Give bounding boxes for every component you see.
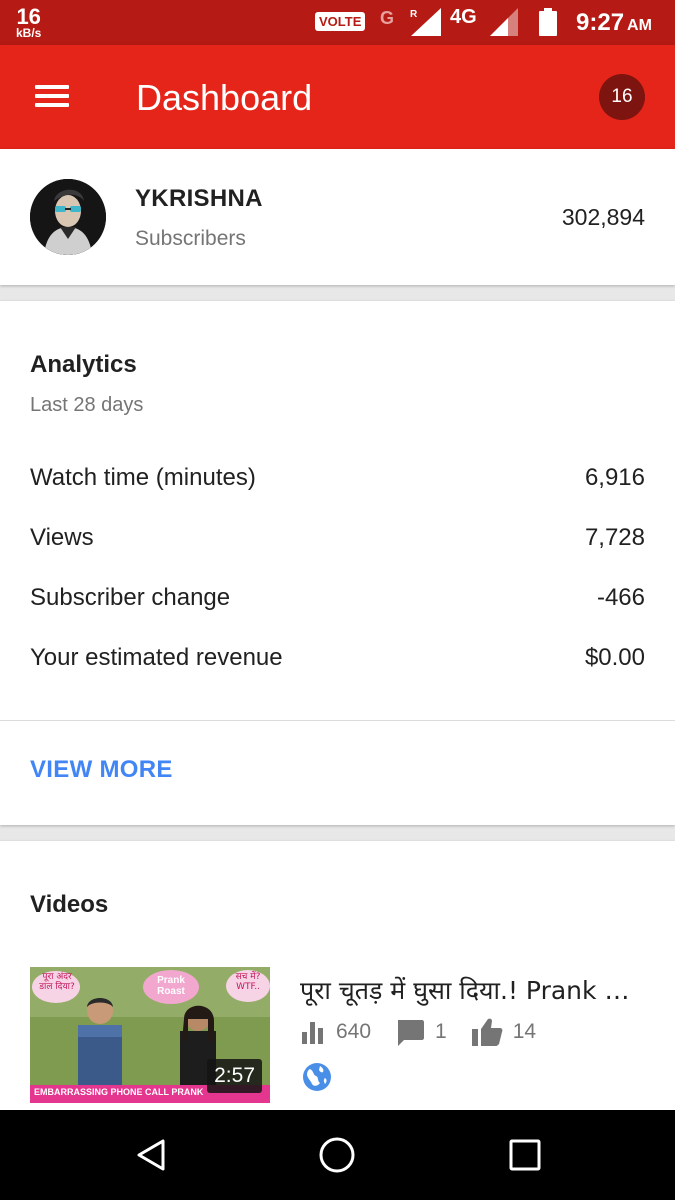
menu-icon-bar [35, 103, 69, 107]
channel-card[interactable]: YKRISHNA Subscribers 302,894 [0, 149, 675, 285]
metric-label: Views [30, 524, 94, 551]
home-icon [319, 1137, 355, 1173]
metric-value: 6,916 [584, 464, 645, 491]
subscribers-count: 302,894 [561, 204, 645, 230]
network-speed-value: 16 [16, 4, 41, 29]
back-icon [137, 1139, 165, 1171]
metric-row: Your estimated revenue $0.00 [30, 638, 645, 678]
videos-title: Videos [30, 891, 109, 918]
menu-icon-bar [35, 94, 69, 98]
globe-icon [303, 1063, 331, 1091]
thumbs-up-icon [471, 1018, 503, 1046]
video-thumbnail[interactable]: पूरा अंदर डाल दिया? Prank Roast सच में? … [30, 967, 270, 1103]
status-bar: 16 kB/s VOLTE G R 4G 9:27 AM [0, 0, 675, 45]
thumbnail-text: सच में? WTF.. [235, 972, 261, 992]
home-button[interactable] [317, 1135, 357, 1175]
recents-icon [509, 1139, 541, 1171]
video-duration: 2:57 [207, 1059, 262, 1093]
app-bar: Dashboard 16 [0, 45, 675, 149]
clock-time: 9:27 [576, 9, 625, 36]
metric-label: Watch time (minutes) [30, 464, 256, 491]
view-more-button[interactable]: VIEW MORE [30, 756, 173, 784]
metric-row: Watch time (minutes) 6,916 [30, 458, 645, 498]
analytics-period: Last 28 days [30, 394, 144, 416]
clock-ampm: AM [627, 17, 652, 34]
videos-card: Videos पूरा अंदर डाल दिया? Prank Roast स… [0, 841, 675, 1116]
back-button[interactable] [131, 1135, 171, 1175]
recents-button[interactable] [505, 1135, 545, 1175]
notification-badge[interactable]: 16 [599, 74, 645, 120]
comment-icon [398, 1020, 425, 1046]
thumbnail-text: Prank Roast [157, 975, 185, 997]
menu-button[interactable] [28, 79, 76, 115]
carrier-g-indicator: G [380, 8, 395, 28]
thumbnail-text: EMBARRASSING PHONE CALL PRANK [34, 1087, 204, 1097]
clock: 9:27 AM [576, 9, 652, 37]
video-title[interactable]: पूरा चूतड़ में घुसा दिया.! Prank Roast [300, 973, 645, 1007]
analytics-card: Analytics Last 28 days Watch time (minut… [0, 301, 675, 825]
menu-icon [35, 85, 69, 89]
thumbnail-text: पूरा अंदर डाल दिया? [39, 972, 75, 992]
avatar [30, 179, 106, 255]
video-stats: 640 1 14 [300, 1017, 560, 1047]
metric-label: Subscriber change [30, 584, 231, 611]
roaming-indicator: R [410, 9, 418, 20]
page-title: Dashboard [136, 77, 313, 118]
signal-secondary-icon [490, 8, 518, 36]
metric-value: $0.00 [584, 644, 645, 671]
network-speed-unit: kB/s [16, 26, 42, 40]
metric-value: 7,728 [584, 524, 645, 551]
video-comments: 1 [435, 1020, 447, 1043]
network-type: 4G [450, 6, 477, 28]
battery-icon [539, 8, 557, 36]
video-views: 640 [336, 1020, 372, 1043]
metric-label: Your estimated revenue [30, 644, 283, 671]
navigation-bar [0, 1110, 675, 1200]
metric-row: Views 7,728 [30, 518, 645, 558]
analytics-title: Analytics [30, 351, 137, 378]
video-likes: 14 [512, 1020, 537, 1043]
views-bar-chart-icon [302, 1022, 323, 1044]
network-speed: 16 kB/s [16, 4, 42, 40]
metric-value: -466 [596, 584, 645, 611]
channel-name: YKRISHNA [135, 185, 263, 212]
divider [0, 720, 675, 721]
metric-row: Subscriber change -466 [30, 578, 645, 618]
volte-badge: VOLTE [315, 12, 366, 31]
subscribers-label: Subscribers [135, 227, 246, 250]
avatar-image [30, 179, 106, 255]
